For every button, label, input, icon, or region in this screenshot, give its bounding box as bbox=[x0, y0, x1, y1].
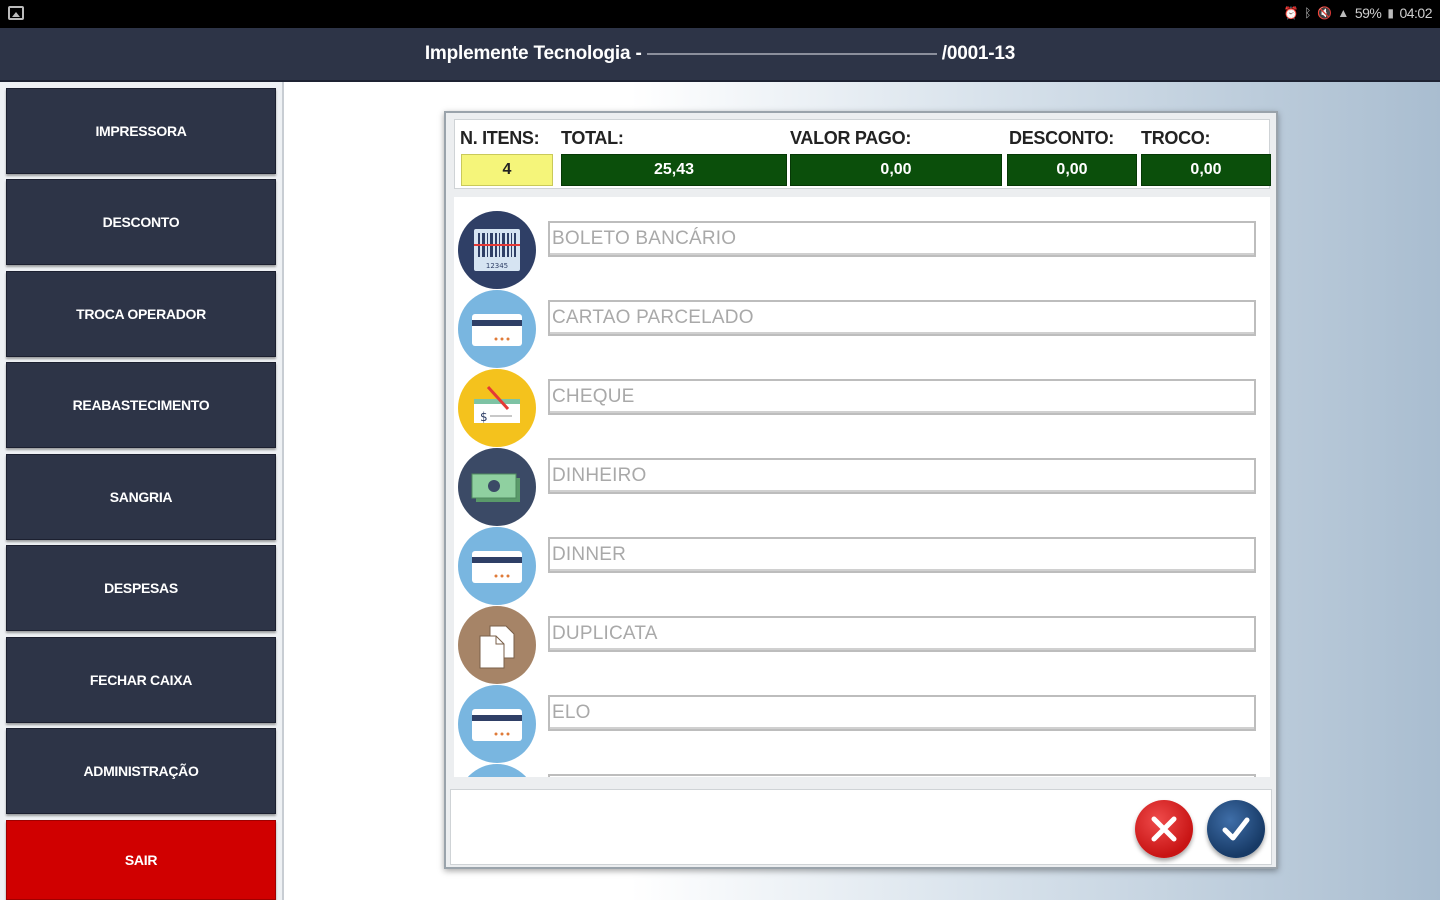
administracao-button[interactable]: ADMINISTRAÇÃO bbox=[6, 728, 276, 814]
payment-methods-list[interactable]: 12345 BOLETO BANCÁRIO CARTAO PARCELADO $… bbox=[454, 197, 1270, 777]
sangria-button[interactable]: SANGRIA bbox=[6, 454, 276, 540]
n-itens-label: N. ITENS: bbox=[460, 128, 540, 148]
cartao-parcelado-input[interactable]: CARTAO PARCELADO bbox=[548, 300, 1256, 336]
payment-row-dinheiro[interactable]: DINHEIRO bbox=[454, 448, 1270, 526]
battery-level: 59% bbox=[1354, 5, 1382, 21]
svg-text:12345: 12345 bbox=[486, 262, 508, 270]
payment-row-duplicata[interactable]: DUPLICATA bbox=[454, 606, 1270, 684]
valor-pago-label: VALOR PAGO: bbox=[790, 128, 912, 148]
total-label: TOTAL: bbox=[561, 128, 624, 148]
clock: 04:02 bbox=[1399, 5, 1432, 21]
app-title-bar: Implemente Tecnologia - /0001-13 bbox=[0, 28, 1440, 82]
impressora-button[interactable]: IMPRESSORA bbox=[6, 88, 276, 174]
gallery-notification-icon bbox=[8, 6, 24, 20]
credit-card-icon[interactable] bbox=[458, 527, 536, 605]
fechar-caixa-button[interactable]: FECHAR CAIXA bbox=[6, 637, 276, 723]
partial-input[interactable] bbox=[548, 774, 1256, 777]
payment-row-cheque[interactable]: $ CHEQUE bbox=[454, 369, 1270, 447]
dinner-input[interactable]: DINNER bbox=[548, 537, 1256, 573]
troca-operador-button[interactable]: TROCA OPERADOR bbox=[6, 271, 276, 357]
battery-icon: ▮ bbox=[1387, 6, 1394, 20]
payment-row-elo[interactable]: ELO bbox=[454, 685, 1270, 763]
close-icon bbox=[1151, 816, 1177, 842]
cheque-input[interactable]: CHEQUE bbox=[548, 379, 1256, 415]
boleto-input[interactable]: BOLETO BANCÁRIO bbox=[548, 221, 1256, 257]
credit-card-icon[interactable] bbox=[458, 685, 536, 763]
n-itens-value: 4 bbox=[461, 154, 553, 186]
barcode-icon[interactable]: 12345 bbox=[458, 211, 536, 289]
cheque-icon[interactable]: $ bbox=[458, 369, 536, 447]
desconto-button[interactable]: DESCONTO bbox=[6, 179, 276, 265]
dinheiro-input[interactable]: DINHEIRO bbox=[548, 458, 1256, 494]
reabastecimento-button[interactable]: REABASTECIMENTO bbox=[6, 362, 276, 448]
sale-summary: N. ITENS: TOTAL: VALOR PAGO: DESCONTO: T… bbox=[454, 119, 1271, 189]
payment-row-boleto[interactable]: 12345 BOLETO BANCÁRIO bbox=[454, 211, 1270, 289]
payment-dialog: N. ITENS: TOTAL: VALOR PAGO: DESCONTO: T… bbox=[444, 111, 1278, 869]
troco-value: 0,00 bbox=[1141, 154, 1271, 186]
credit-card-icon[interactable] bbox=[458, 764, 536, 777]
status-bar: ⏰ ᛒ 🔇 ▲ 59% ▮ 04:02 bbox=[0, 0, 1440, 28]
confirm-button[interactable] bbox=[1207, 800, 1265, 858]
desconto-label: DESCONTO: bbox=[1009, 128, 1114, 148]
elo-input[interactable]: ELO bbox=[548, 695, 1256, 731]
troco-label: TROCO: bbox=[1141, 128, 1211, 148]
total-value: 25,43 bbox=[561, 154, 787, 186]
despesas-button[interactable]: DESPESAS bbox=[6, 545, 276, 631]
bluetooth-icon: ᛒ bbox=[1304, 6, 1311, 20]
checkmark-icon bbox=[1222, 817, 1250, 841]
status-indicators: ⏰ ᛒ 🔇 ▲ 59% ▮ 04:02 bbox=[1283, 5, 1433, 21]
page-title: Implemente Tecnologia - /0001-13 bbox=[0, 43, 1440, 65]
title-company: Implemente Tecnologia - bbox=[424, 43, 647, 64]
valor-pago-value: 0,00 bbox=[790, 154, 1002, 186]
payment-row-partial[interactable] bbox=[454, 764, 1270, 777]
cash-icon[interactable] bbox=[458, 448, 536, 526]
documents-icon[interactable] bbox=[458, 606, 536, 684]
title-redacted bbox=[646, 52, 937, 55]
sidebar-menu: IMPRESSORA DESCONTO TROCA OPERADOR REABA… bbox=[0, 82, 282, 900]
duplicata-input[interactable]: DUPLICATA bbox=[548, 616, 1256, 652]
payment-row-dinner[interactable]: DINNER bbox=[454, 527, 1270, 605]
cancel-button[interactable] bbox=[1135, 800, 1193, 858]
dialog-actions bbox=[450, 789, 1272, 865]
payment-row-cartao-parcelado[interactable]: CARTAO PARCELADO bbox=[454, 290, 1270, 368]
mute-icon: 🔇 bbox=[1316, 6, 1332, 20]
wifi-signal-icon: ▲ bbox=[1337, 6, 1349, 20]
sair-button[interactable]: SAIR bbox=[6, 820, 276, 900]
title-cnpj: /0001-13 bbox=[941, 43, 1016, 64]
alarm-icon: ⏰ bbox=[1283, 6, 1299, 20]
desconto-value: 0,00 bbox=[1007, 154, 1137, 186]
svg-text:$: $ bbox=[480, 410, 488, 424]
credit-card-icon[interactable] bbox=[458, 290, 536, 368]
